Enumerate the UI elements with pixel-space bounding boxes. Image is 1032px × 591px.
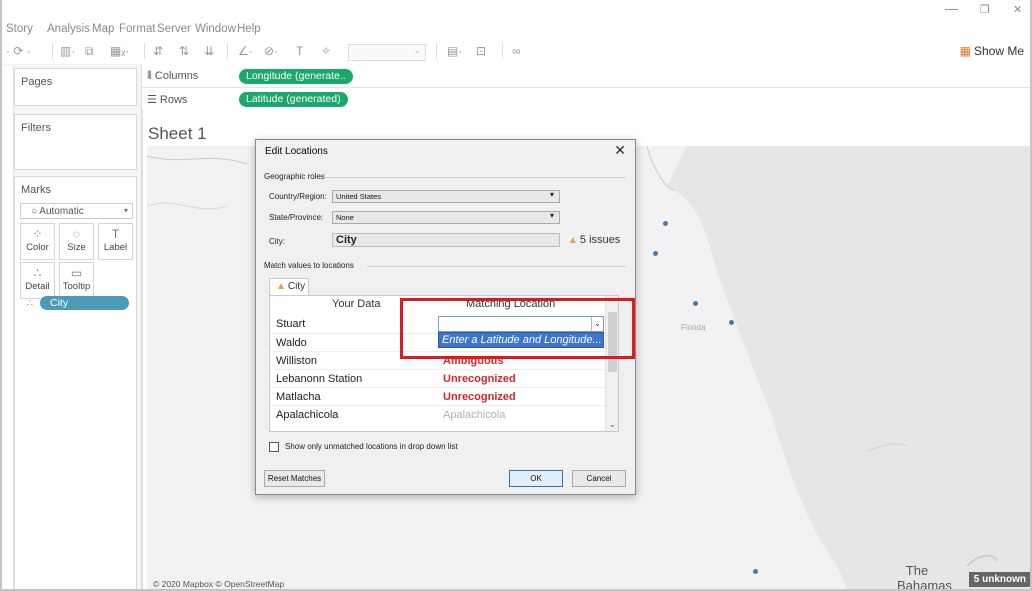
tooltip-icon: ▭	[70, 266, 83, 280]
state-select[interactable]: None ▾	[332, 211, 560, 224]
show-labels-icon[interactable]: T	[296, 44, 303, 58]
tooltip-button[interactable]: ▭ Tooltip	[59, 262, 94, 299]
detail-icon: ∴	[33, 266, 42, 280]
group-icon[interactable]: ⊘·	[264, 44, 278, 58]
pages-pane: Pages	[14, 68, 137, 106]
table-row[interactable]: Lebanonn Station Unrecognized	[270, 369, 607, 387]
table-row[interactable]: Apalachicola Apalachicola	[270, 405, 607, 423]
scroll-down-icon[interactable]: ⌄	[609, 420, 616, 429]
chevron-down-icon: ▾	[549, 211, 554, 220]
filters-pane[interactable]: Filters	[14, 114, 137, 170]
sheet-title: Sheet 1	[148, 124, 207, 143]
warning-icon: ▲	[276, 281, 286, 292]
rows-label: ☰ Rows	[147, 94, 188, 106]
new-worksheet-icon[interactable]: ▥·	[60, 44, 75, 58]
swap-icon[interactable]: ⇵	[153, 44, 163, 58]
toolbar: · ⟳ · ▥· ⧉ ▦ₓ· ⇵ ⇅ ⇊ ∠· ⊘· T ✧ ⌄ ▤· ⊡ ∞ …	[2, 38, 1030, 64]
map-point[interactable]	[729, 320, 734, 325]
show-unmatched-checkbox[interactable]	[269, 442, 279, 452]
presentation-icon[interactable]: ⊡	[476, 44, 486, 58]
issues-indicator[interactable]: ▲ 5 issues	[568, 234, 620, 246]
city-label: City:	[269, 237, 285, 246]
label-icon: T	[111, 227, 120, 241]
cards-icon[interactable]: ▤·	[447, 44, 462, 58]
detail-button[interactable]: ∴ Detail	[20, 262, 55, 299]
menu-story[interactable]: Story	[6, 23, 33, 35]
reset-matches-button[interactable]: Reset Matches	[264, 470, 325, 487]
cancel-button[interactable]: Cancel	[572, 470, 626, 487]
size-icon: ◌	[72, 227, 81, 241]
show-me-button[interactable]: ▦ Show Me	[960, 44, 1024, 58]
marks-pane: Marks ○ Automatic ▾ ⁘ Color ◌ Size T Label ∴…	[14, 176, 137, 589]
show-me-icon: ▦	[959, 44, 971, 58]
tableau-window: — ❐ ✕ Story Analysis Map Format Server W…	[0, 0, 1032, 591]
menu-bar: Story Analysis Map Format Server Window …	[2, 20, 602, 38]
dialog-close-button[interactable]: ✕	[614, 142, 626, 159]
sort-descending-icon[interactable]: ⇊	[204, 44, 214, 58]
menu-analysis[interactable]: Analysis	[47, 23, 90, 35]
warning-icon: ▲	[568, 235, 578, 246]
menu-map[interactable]: Map	[92, 23, 114, 35]
florida-label: Florida	[681, 323, 706, 332]
state-label: State/Province:	[269, 213, 324, 222]
chevron-down-icon: ▾	[549, 190, 554, 199]
country-label: Country/Region:	[269, 192, 327, 201]
chevron-down-icon: ▾	[123, 206, 128, 215]
duplicate-sheet-icon[interactable]: ⧉	[85, 44, 94, 59]
clear-sheet-icon[interactable]: ▦ₓ·	[110, 44, 129, 58]
share-icon[interactable]: ∞	[512, 44, 521, 58]
fit-dropdown[interactable]: ⌄	[348, 44, 426, 61]
longitude-pill[interactable]: Longitude (generate..	[239, 69, 353, 84]
title-bar: — ❐ ✕	[2, 0, 1030, 20]
highlight-icon[interactable]: ∠·	[238, 44, 253, 58]
mark-type-dropdown[interactable]: ○ Automatic ▾	[20, 203, 133, 219]
menu-server[interactable]: Server	[157, 23, 191, 35]
column-header-your-data: Your Data	[332, 298, 381, 310]
pin-icon[interactable]: ✧	[321, 44, 331, 58]
columns-shelf[interactable]: ⦀ Columns Longitude (generate..	[142, 66, 1030, 88]
size-button[interactable]: ◌ Size	[59, 223, 94, 260]
menu-format[interactable]: Format	[119, 23, 155, 35]
table-row[interactable]: Matlacha Unrecognized	[270, 387, 607, 405]
color-icon: ⁘	[32, 227, 43, 241]
menu-window[interactable]: Window	[195, 23, 236, 35]
unknown-indicator[interactable]: 5 unknown	[968, 572, 1030, 587]
latitude-pill[interactable]: Latitude (generated)	[239, 92, 348, 107]
city-detail-pill[interactable]: City	[40, 296, 129, 310]
match-values-label: Match values to locations	[264, 261, 354, 270]
country-select[interactable]: United States ▾	[332, 190, 560, 203]
tab-city[interactable]: ▲ City	[269, 278, 309, 295]
data-pane-edge	[2, 66, 14, 589]
minimize-button[interactable]: —	[945, 1, 958, 16]
marks-title: Marks	[21, 184, 51, 196]
label-button[interactable]: T Label	[98, 223, 133, 260]
sort-ascending-icon[interactable]: ⇅	[179, 44, 189, 58]
map-credit: © 2020 Mapbox © OpenStreetMap	[153, 579, 285, 589]
ok-button[interactable]: OK	[509, 470, 563, 487]
menu-help[interactable]: Help	[237, 23, 261, 35]
pages-title: Pages	[21, 76, 53, 88]
geographic-roles-label: Geographic roles	[264, 172, 325, 181]
map-point[interactable]	[693, 301, 698, 306]
show-unmatched-label: Show only unmatched locations in drop do…	[285, 442, 458, 451]
maximize-button[interactable]: ❐	[980, 3, 990, 16]
dialog-title: Edit Locations	[265, 146, 328, 157]
map-point[interactable]	[653, 251, 658, 256]
columns-label: ⦀ Columns	[147, 70, 199, 82]
bahamas-label: The Bahamas	[897, 563, 952, 591]
map-point[interactable]	[753, 569, 758, 574]
filters-title: Filters	[21, 122, 51, 134]
rows-shelf[interactable]: ☰ Rows Latitude (generated)	[142, 89, 1030, 111]
redo-icon[interactable]: · ⟳ ·	[6, 44, 31, 58]
close-window-button[interactable]: ✕	[1013, 3, 1022, 16]
color-button[interactable]: ⁘ Color	[20, 223, 55, 260]
city-field: City	[332, 233, 560, 247]
highlight-box	[400, 298, 635, 359]
detail-icon: ∴	[27, 298, 33, 308]
map-point[interactable]	[663, 221, 668, 226]
